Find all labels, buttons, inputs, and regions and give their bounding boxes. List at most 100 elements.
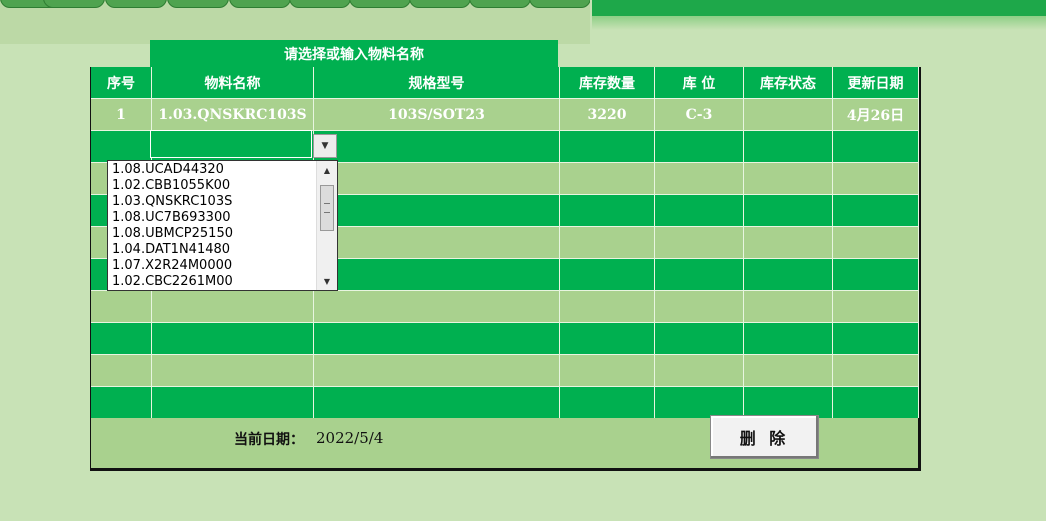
table-cell[interactable] bbox=[91, 355, 152, 386]
table-cell[interactable] bbox=[655, 387, 744, 418]
table-cell[interactable] bbox=[560, 387, 655, 418]
table-cell[interactable] bbox=[560, 259, 655, 290]
cell-spec-model[interactable]: 103S/SOT23 bbox=[314, 99, 560, 130]
table-cell[interactable] bbox=[560, 323, 655, 354]
table-cell[interactable] bbox=[833, 387, 919, 418]
dropdown-option[interactable]: 1.08.UC7B693300 bbox=[110, 210, 316, 226]
table-cell[interactable] bbox=[655, 355, 744, 386]
table-cell[interactable] bbox=[655, 195, 744, 226]
tab-cap bbox=[43, 0, 105, 8]
table-cell[interactable] bbox=[314, 355, 560, 386]
table-cell[interactable] bbox=[833, 291, 919, 322]
table-cell[interactable] bbox=[744, 131, 833, 162]
table-cell[interactable] bbox=[655, 131, 744, 162]
dropdown-option[interactable]: 1.08.UBMCP25150 bbox=[110, 226, 316, 242]
table-cell[interactable] bbox=[152, 323, 314, 354]
table-cell[interactable] bbox=[655, 323, 744, 354]
tab-cap bbox=[469, 0, 531, 8]
table-cell[interactable] bbox=[91, 387, 152, 418]
tab-cap bbox=[409, 0, 471, 8]
table-cell[interactable] bbox=[560, 195, 655, 226]
dropdown-option[interactable]: 1.03.QNSKRC103S bbox=[110, 194, 316, 210]
table-cell[interactable] bbox=[560, 131, 655, 162]
table-cell[interactable] bbox=[833, 195, 919, 226]
table-cell[interactable] bbox=[744, 291, 833, 322]
cell-update-date[interactable]: 4月26日 bbox=[833, 99, 919, 130]
table-cell[interactable] bbox=[91, 323, 152, 354]
col-header-index: 序号 bbox=[91, 67, 152, 98]
table-cell[interactable] bbox=[314, 323, 560, 354]
dropdown-option[interactable]: 1.02.CBC2261M00 bbox=[110, 274, 316, 290]
col-header-spec-model: 规格型号 bbox=[314, 67, 560, 98]
dropdown-option[interactable]: 1.04.DAT1N41480 bbox=[110, 242, 316, 258]
tab-cap bbox=[289, 0, 351, 8]
table-cell[interactable] bbox=[314, 387, 560, 418]
cell-material-name[interactable]: 1.03.QNSKRC103S bbox=[152, 99, 314, 130]
scroll-up-icon[interactable]: ▲ bbox=[317, 161, 337, 179]
table-cell[interactable] bbox=[833, 355, 919, 386]
table-cell[interactable] bbox=[833, 227, 919, 258]
material-name-combo-input[interactable] bbox=[150, 130, 312, 158]
table-cell[interactable] bbox=[833, 163, 919, 194]
top-right-fade bbox=[592, 16, 1050, 30]
tab-cap bbox=[349, 0, 411, 8]
table-cell[interactable] bbox=[560, 227, 655, 258]
col-header-update-date: 更新日期 bbox=[833, 67, 919, 98]
table-cell[interactable] bbox=[744, 259, 833, 290]
dropdown-option[interactable]: 1.02.CBB1055K00 bbox=[110, 178, 316, 194]
table-cell[interactable] bbox=[833, 323, 919, 354]
dropdown-option[interactable]: 1.08.UCAD44320 bbox=[110, 162, 316, 178]
table-row[interactable]: 1 1.03.QNSKRC103S 103S/SOT23 3220 C-3 4月… bbox=[91, 98, 919, 130]
table-cell[interactable] bbox=[314, 259, 560, 290]
window-edge bbox=[1046, 0, 1050, 521]
scroll-thumb[interactable] bbox=[320, 185, 334, 231]
table-cell[interactable] bbox=[91, 131, 152, 162]
scroll-down-icon[interactable]: ▼ bbox=[317, 272, 337, 290]
cell-location[interactable]: C-3 bbox=[655, 99, 744, 130]
table-cell[interactable] bbox=[560, 163, 655, 194]
combo-dropdown-button[interactable]: ▼ bbox=[313, 134, 337, 158]
table-cell[interactable] bbox=[655, 259, 744, 290]
table-cell[interactable] bbox=[744, 163, 833, 194]
table-cell[interactable] bbox=[560, 291, 655, 322]
tab-cap bbox=[229, 0, 291, 8]
table-cell[interactable] bbox=[91, 291, 152, 322]
table-cell[interactable] bbox=[655, 163, 744, 194]
table-cell[interactable] bbox=[314, 163, 560, 194]
table-cell[interactable] bbox=[560, 355, 655, 386]
dropdown-option[interactable]: 1.07.X2R24M0000 bbox=[110, 258, 316, 274]
table-header-row: 序号 物料名称 规格型号 库存数量 库 位 库存状态 更新日期 bbox=[91, 67, 919, 98]
cell-index[interactable]: 1 bbox=[91, 99, 152, 130]
table-cell[interactable] bbox=[314, 227, 560, 258]
tab-cap bbox=[167, 0, 229, 8]
material-dropdown-list[interactable]: 1.08.UCAD44320 1.02.CBB1055K00 1.03.QNSK… bbox=[107, 160, 338, 291]
table-cell[interactable] bbox=[314, 195, 560, 226]
col-header-stock-status: 库存状态 bbox=[744, 67, 833, 98]
table-row[interactable] bbox=[91, 386, 919, 418]
table-cell[interactable] bbox=[833, 259, 919, 290]
col-header-material-name: 物料名称 bbox=[152, 67, 314, 98]
table-row[interactable] bbox=[91, 354, 919, 386]
table-cell[interactable] bbox=[744, 195, 833, 226]
tab-cap bbox=[529, 0, 590, 8]
chevron-down-icon: ▼ bbox=[321, 141, 329, 151]
table-cell[interactable] bbox=[152, 355, 314, 386]
table-cell[interactable] bbox=[314, 291, 560, 322]
dropdown-scrollbar[interactable]: ▲ ▼ bbox=[316, 161, 337, 290]
table-cell[interactable] bbox=[152, 387, 314, 418]
delete-button[interactable]: 删 除 bbox=[710, 415, 819, 459]
table-cell[interactable] bbox=[655, 227, 744, 258]
table-cell[interactable] bbox=[833, 131, 919, 162]
cell-stock-status[interactable] bbox=[744, 99, 833, 130]
table-row[interactable] bbox=[91, 322, 919, 354]
cell-stock-qty[interactable]: 3220 bbox=[560, 99, 655, 130]
table-cell[interactable] bbox=[152, 291, 314, 322]
table-cell[interactable] bbox=[744, 323, 833, 354]
table-cell[interactable] bbox=[744, 227, 833, 258]
col-header-stock-qty: 库存数量 bbox=[560, 67, 655, 98]
table-cell[interactable] bbox=[314, 131, 560, 162]
table-cell[interactable] bbox=[655, 291, 744, 322]
table-cell[interactable] bbox=[744, 355, 833, 386]
table-cell[interactable] bbox=[744, 387, 833, 418]
table-row[interactable] bbox=[91, 290, 919, 322]
